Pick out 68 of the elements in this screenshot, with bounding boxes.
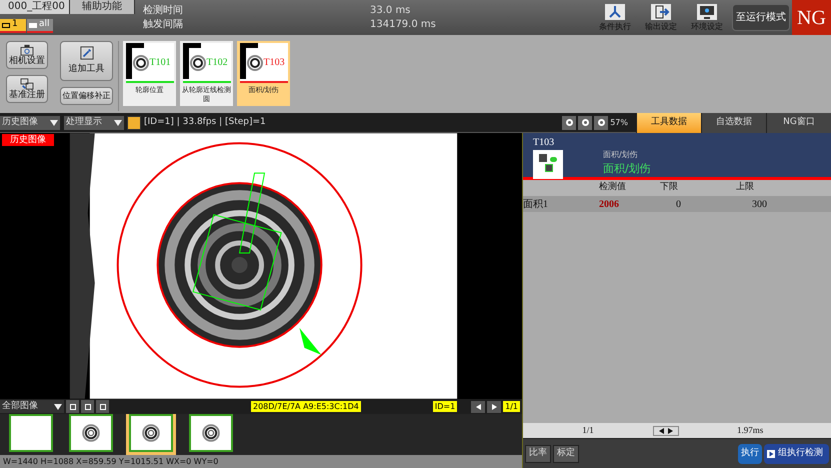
column-header: 检测值 xyxy=(598,181,627,194)
camera-tab[interactable]: 1 xyxy=(0,19,26,33)
column-header: 下限 xyxy=(660,181,679,194)
tool-id: T102 xyxy=(206,56,228,70)
area-tool-icon xyxy=(533,150,563,179)
tool-button[interactable]: 基准注册 xyxy=(6,75,48,103)
layout-icon[interactable] xyxy=(127,116,141,130)
previous-icon xyxy=(659,428,664,434)
caret-icon xyxy=(50,120,58,126)
register-icon xyxy=(20,78,34,90)
history-dropdown[interactable]: 历史图像 xyxy=(0,116,60,130)
play-icon xyxy=(767,450,775,458)
tool-button[interactable]: 追加工具 xyxy=(60,41,113,81)
previous-icon xyxy=(476,404,481,410)
branch-icon xyxy=(605,4,625,20)
pager-control[interactable] xyxy=(653,426,679,436)
table-cell-text: 2006 xyxy=(599,198,620,212)
next-icon xyxy=(492,404,497,410)
display-dropdown[interactable]: 处理显示 xyxy=(64,116,124,130)
thumbnail-frame[interactable] xyxy=(6,414,56,455)
camera-tab[interactable]: all xyxy=(27,19,53,33)
wrench-icon xyxy=(80,46,94,60)
camera-info: [ID=1] | 33.8fps | [Step]=1 xyxy=(144,116,266,129)
execution-time: 1.97ms xyxy=(737,424,764,437)
image-filter-dropdown[interactable]: 全部图像 xyxy=(0,400,64,413)
exit-icon xyxy=(651,4,671,20)
tool-button[interactable]: 相机设置 xyxy=(6,41,48,69)
caret-icon xyxy=(54,404,62,410)
next-icon xyxy=(668,428,673,434)
panel-button[interactable]: 标定 xyxy=(553,444,579,462)
column-header: 上限 xyxy=(736,181,755,194)
zoom-level: 57% xyxy=(610,116,628,128)
tool-button[interactable]: 位置偏移补正 xyxy=(60,87,113,105)
part-image-drawing xyxy=(240,43,264,81)
menu-tab[interactable]: 辅助功能 xyxy=(70,0,135,14)
panel-tab[interactable]: 自选数据 xyxy=(701,112,766,132)
next-button[interactable] xyxy=(487,400,502,412)
table-cell-text: 0 xyxy=(676,198,682,212)
tool-id: T103 xyxy=(264,56,285,70)
tool-id: T103 xyxy=(533,136,556,150)
monitor-icon xyxy=(697,4,717,20)
group-execute-button[interactable]: 组执行检测 xyxy=(764,444,829,464)
tool-type: 面积/划伤 xyxy=(603,149,639,161)
history-badge: 历史图像 xyxy=(2,134,54,146)
mac-address: 208D/7E/7A A9:E5:3C:1D4 xyxy=(251,401,361,412)
result-badge: NG xyxy=(792,0,831,35)
page-indicator: 1/1 xyxy=(503,401,520,412)
timing-label: 触发间隔 xyxy=(143,18,184,30)
run-mode-button[interactable]: 至运行模式 xyxy=(732,4,790,31)
menu-tab[interactable]: 000_工程00 xyxy=(0,0,70,14)
previous-button[interactable] xyxy=(471,400,486,412)
timing-label: 检测时间 xyxy=(143,4,184,16)
table-cell-text: 300 xyxy=(752,198,768,212)
execute-button[interactable]: 执行 xyxy=(738,444,762,464)
tool-name: 面积/划伤 xyxy=(603,161,651,177)
page-indicator: 1/1 xyxy=(581,424,595,437)
thumbnail xyxy=(9,414,53,452)
caret-icon xyxy=(114,120,122,126)
table-cell-text: 面积1 xyxy=(523,198,549,212)
timing-value: 134179.0 ms xyxy=(370,18,437,30)
part-image-drawing xyxy=(126,43,150,81)
image-id: ID=1 xyxy=(432,401,458,412)
panel-tab[interactable]: 工具数据 xyxy=(636,112,701,132)
part-image-drawing xyxy=(182,43,206,81)
tool-id: T101 xyxy=(150,56,171,70)
timing-value: 33.0 ms xyxy=(370,4,412,16)
panel-button[interactable]: 比率 xyxy=(525,444,551,462)
panel-tab[interactable]: NG窗口 xyxy=(766,112,831,132)
